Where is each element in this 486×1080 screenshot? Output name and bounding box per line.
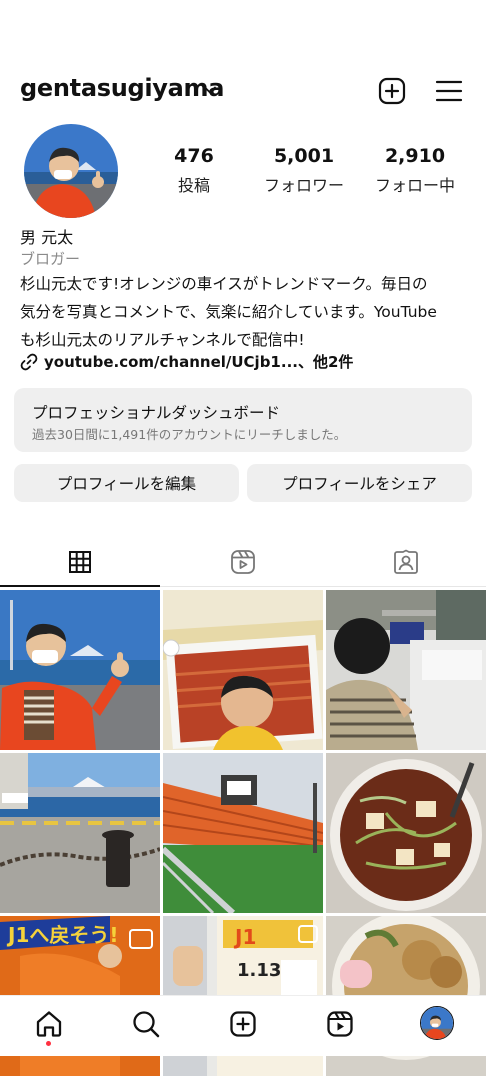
bio-line: 杉山元太です!オレンジの車イスがトレンドマーク。毎日の <box>20 275 428 293</box>
tab-reels[interactable] <box>163 538 323 586</box>
tile-j1-text: J1 <box>233 925 256 949</box>
share-profile-button[interactable]: プロフィールをシェア <box>247 464 472 502</box>
profile-category: ブロガー <box>20 250 81 268</box>
grid-post-3[interactable] <box>326 590 486 750</box>
dashboard-subtitle: 過去30日間に1,491件のアカウントにリーチしました。 <box>32 427 347 442</box>
search-icon[interactable] <box>131 1009 161 1039</box>
notification-dot <box>46 1041 51 1046</box>
grid-post-6[interactable] <box>326 753 486 913</box>
following-count[interactable]: 2,910 <box>360 145 470 167</box>
tab-posts-grid[interactable] <box>0 538 160 586</box>
link-icon <box>20 353 38 370</box>
tile-date-text: 1.13 <box>237 960 281 981</box>
grid-post-1[interactable] <box>0 590 160 750</box>
menu-icon[interactable] <box>434 76 464 106</box>
following-label[interactable]: フォロー中 <box>360 172 470 196</box>
bio-text: 杉山元太です!オレンジの車イスがトレンドマーク。毎日の 気分を写真とコメントで、… <box>20 270 470 354</box>
dashboard-title[interactable]: プロフェッショナルダッシュボード <box>32 401 280 423</box>
reels-icon[interactable] <box>325 1009 355 1039</box>
posts-label[interactable]: 投稿 <box>139 172 249 196</box>
profile-avatar[interactable] <box>24 124 118 218</box>
chevron-down-icon[interactable] <box>204 84 216 96</box>
profile-avatar-nav[interactable] <box>420 1006 454 1040</box>
active-tab-indicator <box>0 585 160 587</box>
bio-line: も杉山元太のリアルチャンネルで配信中! <box>20 331 305 349</box>
grid-post-2[interactable] <box>163 590 323 750</box>
username-title[interactable]: gentasugiyama <box>20 74 224 102</box>
followers-count[interactable]: 5,001 <box>249 145 359 167</box>
create-post-icon[interactable] <box>377 76 407 106</box>
grid-icon <box>69 551 91 573</box>
display-name: 男 元太 <box>20 228 74 247</box>
create-icon[interactable] <box>228 1009 258 1039</box>
tile-banner-text: J1へ戻そう! <box>6 923 118 947</box>
grid-post-5[interactable] <box>163 753 323 913</box>
bio-link[interactable]: youtube.com/channel/UCjb1...、他2件 <box>20 351 353 372</box>
edit-profile-button[interactable]: プロフィールを編集 <box>14 464 239 502</box>
tagged-icon <box>394 549 418 574</box>
posts-count[interactable]: 476 <box>139 145 249 167</box>
tab-tagged[interactable] <box>326 538 486 586</box>
followers-label[interactable]: フォロワー <box>249 172 359 196</box>
reels-icon <box>231 550 255 574</box>
grid-post-4[interactable] <box>0 753 160 913</box>
bio-line: 気分を写真とコメントで、気楽に紹介しています。YouTube <box>20 303 437 321</box>
home-icon[interactable] <box>34 1009 64 1039</box>
bio-link-text[interactable]: youtube.com/channel/UCjb1...、他2件 <box>44 351 353 372</box>
